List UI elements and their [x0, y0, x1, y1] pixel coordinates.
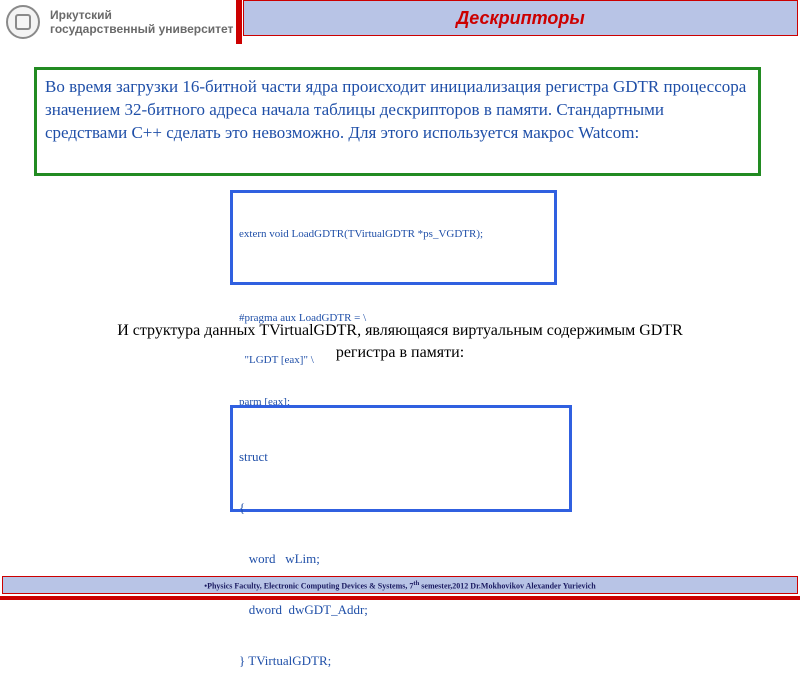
- footer-line: [0, 596, 800, 600]
- code-line: } TVirtualGDTR;: [239, 653, 332, 668]
- university-name-line1: Иркутский: [50, 8, 112, 22]
- header-divider: [236, 0, 242, 44]
- struct-caption: И структура данных TVirtualGDTR, являюща…: [30, 320, 770, 364]
- title-bar: Дескрипторы: [243, 0, 798, 36]
- intro-text-box: Во время загрузки 16-битной части ядра п…: [34, 67, 761, 176]
- footer-suffix: semester,2012 Dr.Mokhovikov Alexander Yu…: [419, 581, 596, 591]
- code-block-struct: struct { word wLim; dword dwGDT_Addr; } …: [230, 405, 572, 668]
- code-line: word wLim;: [239, 551, 320, 566]
- code-line: dword dwGDT_Addr;: [239, 602, 368, 617]
- code-line: {: [239, 500, 246, 515]
- footer-bar: •Physics Faculty, Electronic Computing D…: [2, 576, 798, 594]
- struct-caption-line2: регистра в памяти:: [335, 344, 465, 361]
- code-line: ​: [239, 269, 548, 283]
- footer-text: •Physics Faculty, Electronic Computing D…: [204, 580, 595, 591]
- footer-prefix: •Physics Faculty, Electronic Computing D…: [204, 581, 414, 591]
- university-emblem-icon: [6, 5, 40, 39]
- code-block-macro: extern void LoadGDTR(TVirtualGDTR *ps_VG…: [230, 190, 557, 408]
- code-line: extern void LoadGDTR(TVirtualGDTR *ps_VG…: [239, 228, 484, 240]
- university-name: Иркутский государственный университет: [50, 8, 233, 36]
- slide-title: Дескрипторы: [456, 7, 585, 28]
- code-line: struct: [239, 449, 268, 464]
- university-logo: Иркутский государственный университет: [2, 2, 236, 42]
- university-name-line2: государственный университет: [50, 22, 234, 36]
- struct-caption-line1: И структура данных TVirtualGDTR, являюща…: [117, 322, 683, 339]
- intro-text: Во время загрузки 16-битной части ядра п…: [45, 77, 747, 142]
